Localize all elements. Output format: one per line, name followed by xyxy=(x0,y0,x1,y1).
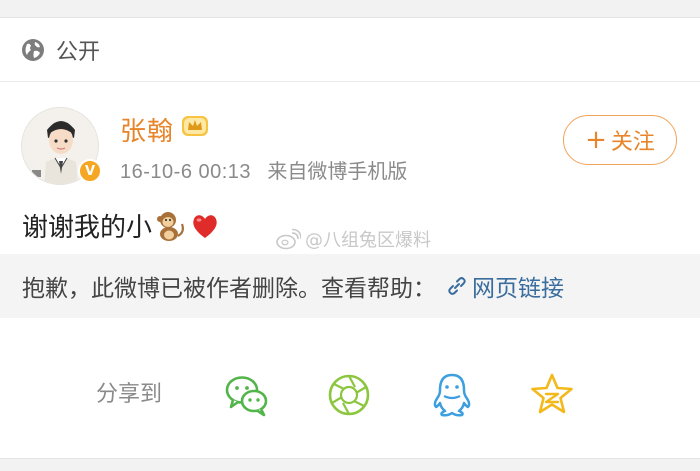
watermark: @八组兔区爆料 xyxy=(275,226,431,252)
heart-icon xyxy=(193,214,217,238)
share-row: 分享到 xyxy=(0,356,700,432)
monkey-icon xyxy=(157,211,184,241)
visibility-row[interactable]: 公开 xyxy=(0,18,700,82)
qzone-icon[interactable] xyxy=(528,372,576,418)
post-text: 谢谢我的小 xyxy=(22,207,220,244)
deleted-notice: 抱歉，此微博已被作者删除。查看帮助： 网页链接 xyxy=(0,254,700,318)
qq-icon[interactable] xyxy=(428,372,476,418)
post-source: 来自微博手机版 xyxy=(267,159,408,183)
deleted-notice-text: 抱歉，此微博已被作者删除。查看帮助： xyxy=(22,276,436,302)
follow-button[interactable]: + 关注 xyxy=(563,115,677,165)
web-link[interactable]: 网页链接 xyxy=(472,269,564,303)
post-text-content: 谢谢我的小 xyxy=(22,213,153,243)
wechat-icon[interactable] xyxy=(223,372,271,418)
visibility-label: 公开 xyxy=(56,39,101,65)
post-meta: 16-10-6 00:13 来自微博手机版 xyxy=(120,155,407,184)
post-time: 16-10-6 00:13 xyxy=(120,161,252,183)
top-strip xyxy=(0,0,700,18)
share-label: 分享到 xyxy=(96,382,163,407)
verified-badge: V xyxy=(78,159,102,183)
watermark-text: @八组兔区爆料 xyxy=(305,230,431,251)
globe-icon xyxy=(22,38,44,61)
plus-icon: + xyxy=(585,125,607,155)
follow-label: 关注 xyxy=(610,130,655,155)
link-icon[interactable] xyxy=(446,275,468,297)
bottom-strip xyxy=(0,458,700,471)
crown-icon xyxy=(182,116,208,136)
username[interactable]: 张翰 xyxy=(120,111,174,148)
weibo-logo-icon xyxy=(276,228,301,250)
moments-icon[interactable] xyxy=(325,372,373,418)
